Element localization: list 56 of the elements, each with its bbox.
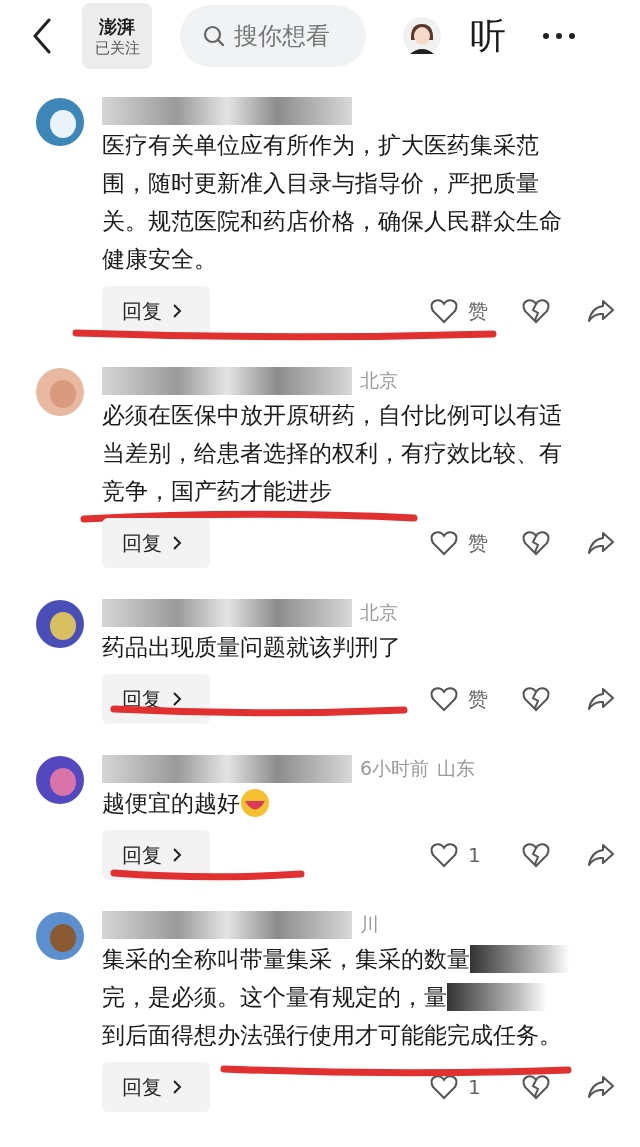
share-icon[interactable] [586, 1074, 616, 1100]
broken-heart-icon[interactable] [522, 298, 550, 324]
chevron-right-icon [172, 691, 182, 707]
share-icon[interactable] [586, 842, 616, 868]
like-icon[interactable] [430, 1074, 458, 1100]
comment-meta: 山东 [437, 756, 476, 781]
reply-button[interactable]: 回复 [102, 1062, 210, 1112]
comment-meta: 北京 [360, 600, 398, 625]
chevron-right-icon [172, 535, 182, 551]
share-icon[interactable] [586, 298, 616, 324]
comment-text: 竞争，国产药才能进步 [102, 477, 332, 506]
share-icon[interactable] [586, 686, 616, 712]
comment-text: 药品出现质量问题就该判刑了 [102, 633, 401, 662]
comment-text: 到后面得想办法强行使用才可能能完成任务。 [102, 1021, 562, 1050]
follow-status[interactable]: 已关注 [94, 38, 140, 58]
comment-text: 围，随时更新准入目录与指导价，严把质量 [102, 169, 539, 198]
comment-text: 完，是必须。这个量有规定的，量 [102, 983, 447, 1012]
broken-heart-icon[interactable] [522, 842, 550, 868]
comment-text: 医疗有关单位应有所作为，扩大医药集采范 [102, 131, 539, 160]
comment-meta: 6小时前 [360, 756, 430, 781]
logo[interactable]: 澎湃 [99, 14, 135, 39]
like-icon[interactable] [430, 686, 458, 712]
comment-text: 集采的全称叫带量集采，集采的数量 [102, 945, 470, 974]
chevron-right-icon [172, 303, 182, 319]
user-avatar[interactable] [36, 912, 84, 960]
comment-text: 关。规范医院和药店价格，确保人民群众生命 [102, 207, 562, 236]
like-count: 赞 [468, 685, 489, 713]
comment-text: 越便宜的越好 [102, 789, 240, 818]
like-count: 赞 [468, 529, 489, 557]
share-icon[interactable] [586, 530, 616, 556]
broken-heart-icon[interactable] [522, 686, 550, 712]
like-count: 1 [468, 1075, 482, 1099]
user-avatar[interactable] [36, 98, 84, 146]
like-count: 1 [468, 843, 482, 867]
like-icon[interactable] [430, 298, 458, 324]
comment-text: 当差别，给患者选择的权利，有疗效比较、有 [102, 439, 562, 468]
broken-heart-icon[interactable] [522, 1074, 550, 1100]
user-avatar[interactable] [36, 600, 84, 648]
like-count: 赞 [468, 297, 489, 325]
chevron-right-icon [172, 847, 182, 863]
search-field[interactable]: 搜你想看 [180, 5, 366, 67]
like-icon[interactable] [430, 530, 458, 556]
comment-meta: 川 [360, 912, 379, 937]
more-icon[interactable] [542, 32, 576, 40]
comment-meta: 北京 [360, 368, 398, 393]
chevron-right-icon [172, 1079, 182, 1095]
user-avatar[interactable] [36, 756, 84, 804]
like-icon[interactable] [430, 842, 458, 868]
listen-button[interactable]: 听 [470, 11, 506, 61]
reply-button[interactable]: 回复 [102, 518, 210, 568]
comment-text: 健康安全。 [102, 245, 217, 274]
back-icon[interactable] [32, 18, 52, 54]
avatar-icon[interactable] [402, 16, 442, 56]
broken-heart-icon[interactable] [522, 530, 550, 556]
search-icon [202, 24, 226, 48]
comment-text: 必须在医保中放开原研药，自付比例可以有适 [102, 401, 562, 430]
